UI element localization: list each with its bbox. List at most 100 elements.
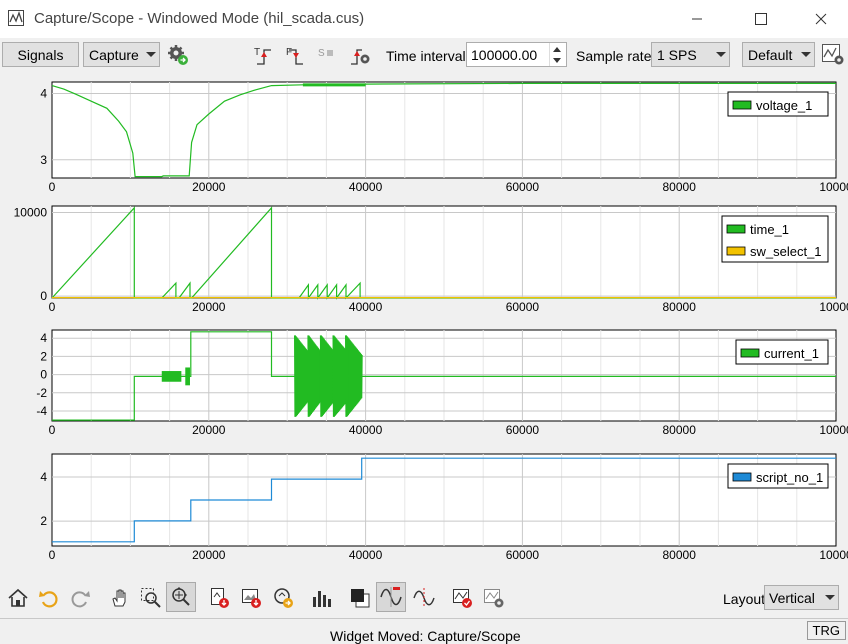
x-tick-label: 60000 (506, 180, 540, 194)
trigger-settings-icon[interactable] (348, 43, 372, 67)
trigger-s-icon[interactable]: S (316, 43, 340, 67)
export-settings-icon[interactable] (272, 586, 296, 610)
x-tick-label: 0 (49, 300, 56, 314)
stop-capture-icon[interactable] (451, 586, 475, 610)
layout-select[interactable]: Vertical (764, 585, 839, 610)
bar-chart-icon[interactable] (309, 586, 333, 610)
maximize-button[interactable] (738, 0, 784, 38)
spinner-arrows[interactable] (549, 43, 566, 66)
x-tick-label: 0 (49, 548, 56, 562)
x-tick-label: 60000 (506, 423, 540, 437)
y-tick-label: 2 (40, 514, 47, 528)
legend-swatch (726, 246, 746, 256)
y-tick-label: 0 (40, 368, 47, 382)
x-tick-label: 10000 (819, 300, 848, 314)
x-tick-label: 20000 (192, 423, 226, 437)
sample-rate-value: 1 SPS (657, 46, 697, 63)
chevron-down-icon (801, 51, 811, 57)
svg-text:S: S (318, 48, 325, 59)
export-csv-icon[interactable] (208, 586, 232, 610)
y-tick-label: 3 (40, 153, 47, 167)
title-bar: Capture/Scope - Windowed Mode (hil_scada… (0, 0, 848, 38)
y-tick-label: 2 (40, 349, 47, 363)
display-settings-icon[interactable] (821, 42, 845, 66)
plot-panel-3: 420-2-402000040000600008000010000current… (36, 329, 848, 437)
zoom-area-icon[interactable] (139, 586, 163, 610)
sample-rate-select[interactable]: 1 SPS (651, 42, 730, 67)
y-tick-label: 4 (40, 87, 47, 101)
plot-panel-1: 4 30 20000 40000 60000 80000 10000 voltage_1 (40, 81, 848, 194)
sine-wave-icon[interactable] (376, 582, 406, 612)
minimize-icon (692, 18, 702, 20)
x-tick-label: 80000 (663, 180, 697, 194)
cursor-square-icon[interactable] (348, 586, 372, 610)
legend-label-time-1: time_1 (750, 222, 789, 237)
x-tick-label: 0 (49, 180, 56, 194)
x-tick-label: 60000 (506, 548, 540, 562)
plot-panel-4: 4 2 0 20000 40000 60000 80000 10000 script_no_1 (40, 453, 848, 562)
y-tick-label: 4 (40, 470, 47, 484)
spin-down-icon (553, 57, 561, 63)
legend-label-voltage-1: voltage_1 (756, 98, 812, 113)
top-toolbar: Signals Capture T F S Time interval 1000… (0, 38, 848, 72)
x-tick-label: 60000 (506, 300, 540, 314)
home-icon[interactable] (6, 586, 30, 610)
capture-settings-icon[interactable] (482, 586, 506, 610)
trigger-falling-icon[interactable]: F (284, 43, 308, 67)
y-tick-label: 0 (40, 289, 47, 303)
legend: current_1 (735, 339, 829, 365)
layout-value: Vertical (769, 589, 815, 606)
mode-select[interactable]: Capture (83, 42, 160, 67)
signals-button[interactable]: Signals (2, 42, 79, 67)
minimize-button[interactable] (674, 0, 720, 38)
legend-swatch (726, 224, 746, 234)
svg-text:T: T (254, 47, 260, 58)
legend-swatch (732, 100, 752, 110)
legend-swatch (740, 348, 760, 358)
legend-swatch (732, 472, 752, 482)
sine-cursor-icon[interactable] (412, 586, 436, 610)
x-tick-label: 0 (49, 423, 56, 437)
legend-label-current-1: current_1 (764, 346, 819, 361)
trigger-rising-icon[interactable]: T (252, 43, 276, 67)
signals-button-label: Signals (17, 46, 64, 63)
scope-plots[interactable]: 4302000040000600008000010000voltage_1100… (0, 74, 848, 574)
y-tick-label: 4 (40, 331, 47, 345)
chevron-down-icon (146, 51, 156, 57)
preset-value: Default (748, 46, 793, 63)
chevron-down-icon (716, 51, 726, 57)
y-tick-label: 10000 (14, 205, 48, 219)
x-tick-label: 20000 (192, 300, 226, 314)
preset-select[interactable]: Default (742, 42, 815, 67)
time-interval-value: 100000.00 (471, 46, 538, 63)
x-tick-label: 80000 (663, 300, 697, 314)
mode-select-value: Capture (89, 46, 139, 63)
export-image-icon[interactable] (240, 586, 264, 610)
x-tick-label: 40000 (349, 548, 383, 562)
x-tick-label: 80000 (663, 423, 697, 437)
pan-hand-icon[interactable] (108, 586, 132, 610)
zoom-move-icon[interactable] (166, 582, 196, 612)
redo-icon[interactable] (68, 586, 92, 610)
x-tick-label: 20000 (192, 548, 226, 562)
maximize-icon (755, 13, 767, 25)
undo-icon[interactable] (37, 586, 61, 610)
x-tick-label: 40000 (349, 423, 383, 437)
legend: voltage_1 (727, 91, 829, 117)
x-tick-label: 80000 (663, 548, 697, 562)
x-tick-label: 20000 (192, 180, 226, 194)
settings-gear-icon[interactable] (166, 43, 190, 67)
legend: script_no_1 (727, 463, 829, 489)
y-tick-label: -4 (36, 404, 47, 418)
close-button[interactable] (798, 0, 844, 38)
plot-panel-2: 10000 00 20000 40000 60000 80000 10000 time_1sw… (14, 205, 848, 314)
bottom-toolbar: Layout Vertical (0, 578, 848, 618)
x-tick-label: 10000 (819, 423, 848, 437)
legend: time_1 sw_select_1 (721, 215, 829, 263)
x-tick-label: 40000 (349, 300, 383, 314)
x-tick-label: 40000 (349, 180, 383, 194)
window-title: Capture/Scope - Windowed Mode (hil_scada… (34, 10, 365, 27)
legend-label-sw-select-1: sw_select_1 (750, 244, 822, 259)
spin-up-icon (553, 46, 561, 52)
time-interval-input[interactable]: 100000.00 (466, 42, 567, 67)
